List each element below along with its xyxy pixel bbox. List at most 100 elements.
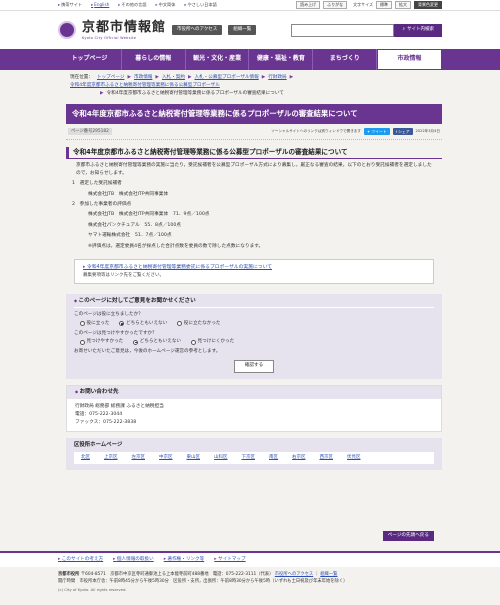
easy-japanese-link[interactable]: やさしい日本語 <box>184 2 217 8</box>
tweet-label: ツイート <box>371 128 387 134</box>
nav-living[interactable]: 暮らしの情報 <box>122 49 186 70</box>
ward-office-box: 区役所ホームページ 北区 上京区 左京区 中京区 東山区 山科区 下京区 南区 … <box>66 438 442 471</box>
q1-option-not-useful[interactable]: 役に立たなかった <box>177 320 221 327</box>
ward-link[interactable]: 東山区 <box>187 455 201 461</box>
radio-button[interactable] <box>191 339 197 345</box>
breadcrumb-item[interactable]: 入札・公募型プロポーザル情報 <box>194 75 258 81</box>
question-2: このページは見つけやすかったですか？ <box>74 330 157 336</box>
ward-link[interactable]: 下京区 <box>242 455 256 461</box>
main-content: 令和4年度京都市ふるさと納税寄付管理等業務に係るプロポーザルの審査結果について … <box>66 103 442 471</box>
ward-link[interactable]: 伏見区 <box>347 455 361 461</box>
page: 携帯サイト English その他の言語 中文简体 やさしい日本語 読み上げ ふ… <box>0 0 500 605</box>
contact-box: お問い合わせ先 行財政局 総務部 総務課 ふるさと納税担当 電話：075-222… <box>66 384 442 433</box>
footer-org-link[interactable]: 組織一覧 <box>320 572 337 577</box>
ward-link[interactable]: 左京区 <box>132 455 146 461</box>
utility-links: 携帯サイト English その他の言語 中文简体 やさしい日本語 <box>58 2 217 8</box>
footer-link-copyright[interactable]: 著作権・リンク等 <box>164 557 204 563</box>
radio-button[interactable] <box>119 321 125 327</box>
feedback-form: このページに対してご意見をお聞かせください このページは役に立ちましたか？ 役に… <box>66 293 442 379</box>
breadcrumb-item[interactable]: 入札・契約 <box>162 75 185 81</box>
q2-option-easy[interactable]: 見つけやすかった <box>80 339 123 345</box>
site-header: 京都市情報館 Kyoto City Official Website 市役所への… <box>0 11 500 49</box>
score-note: ※評価点は，選定委員4名が採点した合計点数を委員の数で除した点数になります。 <box>88 243 264 249</box>
selected-bidder: 株式会社JTB 株式会社ITP共同事業体 <box>88 191 169 197</box>
ward-link[interactable]: 西京区 <box>320 455 334 461</box>
breadcrumb-label: 現在位置： <box>70 75 93 80</box>
site-logo[interactable]: 京都市情報館 Kyoto City Official Website <box>82 19 166 41</box>
contact-fax: ファックス：075-222-3838 <box>75 420 137 426</box>
footer-access-link[interactable]: 市役所へのアクセス <box>275 572 313 577</box>
confirm-button[interactable]: 確認する <box>234 360 274 373</box>
search-button[interactable]: ⌕ サイト内検索 <box>394 23 442 37</box>
page-top-button[interactable]: ページの先頭へ戻る <box>382 531 434 542</box>
q1-option-useful[interactable]: 役に立った <box>80 321 109 327</box>
footer-link-policy[interactable]: このサイトの考え方 <box>58 557 103 563</box>
question-1: このページは役に立ちましたか？ <box>74 312 143 318</box>
other-lang-link[interactable]: その他の言語 <box>118 2 146 8</box>
site-name-en: Kyoto City Official Website <box>82 36 137 41</box>
mobile-link[interactable]: 携帯サイト <box>58 2 82 8</box>
related-link[interactable]: 令和4年度京都市ふるさと納税寄付管理等業務委託に係るプロポーザルの実施について <box>83 265 272 270</box>
footer-link-privacy[interactable]: 個人情報の取扱い <box>113 557 154 563</box>
size-large-button[interactable]: 拡大 <box>395 0 411 10</box>
breadcrumb-item[interactable]: トップページ <box>97 75 124 81</box>
breadcrumb-item[interactable]: 市政情報 <box>134 75 152 81</box>
contact-dept: 行財政局 総務部 総務課 ふるさと納税担当 <box>75 404 164 410</box>
org-list-button[interactable]: 組織一覧 <box>228 24 257 36</box>
option-label: 役に立った <box>86 320 110 326</box>
intro-text: 京都市ふるさと納税寄付管理等業務の実施に当たり，受託候補者を公募型プロポーザル方… <box>76 163 432 176</box>
global-nav: トップページ 暮らしの情報 観光・文化・産業 健康・福祉・教育 まちづくり 市政… <box>0 49 500 70</box>
page-title: 令和4年度京都市ふるさと納税寄付管理等業務に係るプロポーザルの審査結果について <box>66 103 442 124</box>
footer-link-sitemap[interactable]: サイトマップ <box>214 557 246 563</box>
ward-link[interactable]: 山科区 <box>214 455 228 461</box>
update-date: 2022年3月4日 <box>415 129 441 134</box>
size-standard-button[interactable]: 標準 <box>376 0 392 10</box>
ward-link[interactable]: 北区 <box>81 455 90 461</box>
city-emblem-icon[interactable] <box>58 21 76 39</box>
share-button[interactable]: f シェア <box>392 127 413 135</box>
nav-top[interactable]: トップページ <box>58 49 122 70</box>
article-heading: 令和4年度京都市ふるさと納税寄付管理等業務に係る公募型プロポーザルの審査結果につ… <box>66 147 442 160</box>
english-link[interactable]: English <box>91 2 109 8</box>
nav-city-admin[interactable]: 市政情報 <box>377 49 442 70</box>
read-aloud-button[interactable]: 読み上げ <box>296 0 321 10</box>
color-change-button[interactable]: 背景色変更 <box>414 0 442 10</box>
radio-button[interactable] <box>80 321 85 327</box>
access-button[interactable]: 市役所へのアクセス <box>172 24 223 36</box>
footer-address: 〒604-8571 京都市中京区寺町通御池上る上本能寺前町488番地 電話：07… <box>80 572 274 577</box>
radio-button[interactable] <box>177 321 183 327</box>
nav-health[interactable]: 健康・福祉・教育 <box>249 49 314 70</box>
nav-tourism[interactable]: 観光・文化・産業 <box>186 49 250 70</box>
question-2-options: 見つけやすかった どちらともいえない 見つけにくかった <box>74 339 434 345</box>
furigana-button[interactable]: ふりがな <box>323 0 348 10</box>
q2-option-neutral[interactable]: どちらともいえない <box>133 339 181 345</box>
radio-button[interactable] <box>133 339 139 345</box>
ward-list: 北区 上京区 左京区 中京区 東山区 山科区 下京区 南区 右京区 西京区 伏見… <box>74 452 434 465</box>
breadcrumb-item[interactable]: 行財政局 <box>268 75 286 81</box>
ward-link[interactable]: 右京区 <box>292 455 306 461</box>
ward-link[interactable]: 上京区 <box>104 455 118 461</box>
q1-option-neutral[interactable]: どちらともいえない <box>119 321 167 327</box>
option-label: 役に立たなかった <box>183 320 221 326</box>
ward-link[interactable]: 南区 <box>269 455 278 461</box>
site-search: ⌕ サイト内検索 <box>291 23 442 37</box>
tweet-button[interactable]: ✦ ツイート <box>363 127 390 135</box>
site-footer: 京都市役所 〒604-8571 京都市中京区寺町通御池上る上本能寺前町488番地… <box>0 567 500 605</box>
chinese-link[interactable]: 中文简体 <box>156 2 176 8</box>
breadcrumb: 現在位置： トップページ ▶ 市政情報 ▶ 入札・契約 ▶ 入札・公募型プロポーザル情… <box>70 75 294 97</box>
social-note: ソーシャルサイトへのリンクは別ウィンドウで開きます <box>271 129 361 134</box>
contact-heading: お問い合わせ先 <box>67 385 441 400</box>
breadcrumb-item[interactable]: 令和4年度京都市ふるさと納税寄付管理等業務に係る公募型プロポーザル <box>70 83 220 89</box>
score-item: 株式会社JTB 株式会社ITP共同事業体 71．9点／100点 <box>88 212 210 218</box>
search-button-label: サイト内検索 <box>407 26 434 32</box>
breadcrumb-current: 令和4年度京都市ふるさと納税寄付管理等業務に係るプロポーザルの審査結果について <box>106 91 284 97</box>
ward-link[interactable]: 中京区 <box>159 455 173 461</box>
footer-city-name: 京都市役所 <box>58 572 80 577</box>
radio-button[interactable] <box>80 339 85 345</box>
nav-town[interactable]: まちづくり <box>313 49 378 70</box>
text-size-label: 文字サイズ <box>353 2 373 8</box>
search-icon: ⌕ <box>402 26 405 32</box>
search-input[interactable] <box>291 23 395 37</box>
q2-option-hard[interactable]: 見つけにくかった <box>191 339 234 345</box>
contact-tel: 電話：075-222-3044 <box>75 412 123 418</box>
